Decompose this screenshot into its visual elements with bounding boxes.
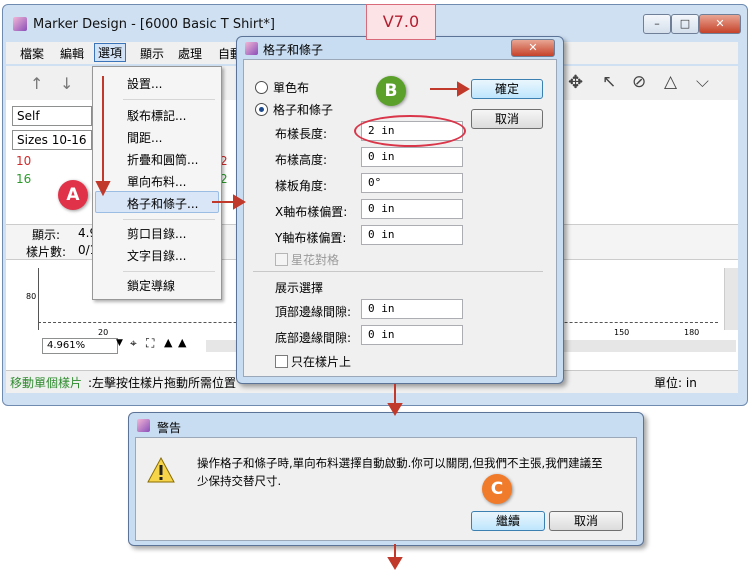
flow-arrows (95, 76, 470, 570)
